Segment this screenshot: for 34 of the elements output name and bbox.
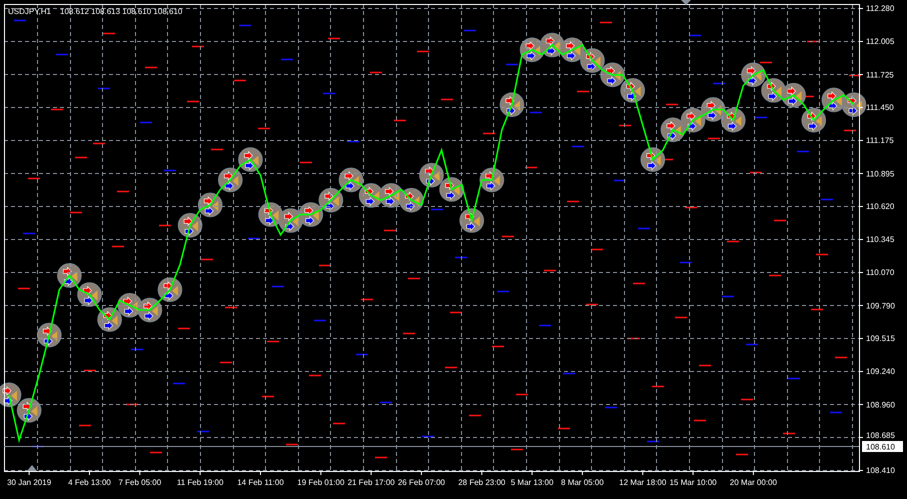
time-axis-label: 28 Feb 23:00 xyxy=(458,478,506,487)
time-axis-label: 12 Mar 18:00 xyxy=(619,478,666,487)
price-axis-label: 109.790 xyxy=(866,301,895,310)
time-axis-label: 20 Mar 00:00 xyxy=(730,478,777,487)
price-axis-label: 108.410 xyxy=(866,466,895,475)
ref-line-label: 108.610 xyxy=(866,442,896,452)
shift-marker-icon xyxy=(681,0,691,5)
current-price-label: 108.610 xyxy=(862,441,903,452)
time-axis-label: 21 Feb 17:00 xyxy=(348,478,395,487)
price-axis-label: 108.960 xyxy=(866,400,895,410)
price-axis-label: 110.895 xyxy=(866,169,894,178)
price-axis-label: 112.005 xyxy=(866,36,894,46)
time-axis-label: 14 Feb 11:00 xyxy=(237,478,284,487)
price-axis-label: 108.685 xyxy=(866,431,895,440)
time-axis-label: 5 Mar 13:00 xyxy=(510,478,554,487)
price-axis-label: 110.620 xyxy=(866,202,894,212)
time-axis-label: 7 Feb 05:00 xyxy=(118,478,162,487)
price-axis-label: 109.240 xyxy=(866,366,895,376)
time-axis-label: 30 Jan 2019 xyxy=(7,478,52,487)
time-axis-label: 19 Feb 01:00 xyxy=(297,478,344,487)
time-axis-label: 15 Mar 10:00 xyxy=(669,478,717,487)
price-axis-label: 110.070 xyxy=(866,268,894,277)
symbol-label: USDJPY,H1 xyxy=(8,7,51,16)
price-axis-label: 110.345 xyxy=(866,235,894,244)
price-axis-label: 109.515 xyxy=(866,334,895,344)
price-axis-label: 111.725 xyxy=(866,70,894,80)
quote-label: 108.612 108.613 108.610 108.610 xyxy=(60,7,182,16)
price-axis-label: 112.280 xyxy=(866,4,894,13)
price-axis-label: 111.175 xyxy=(866,136,894,145)
time-axis-label: 8 Mar 05:00 xyxy=(561,478,604,487)
time-axis-label: 4 Feb 13:00 xyxy=(68,478,111,487)
time-axis-label: 11 Feb 19:00 xyxy=(176,478,224,487)
price-axis-label: 111.450 xyxy=(866,103,894,112)
time-axis-label: 26 Feb 07:00 xyxy=(398,478,446,487)
